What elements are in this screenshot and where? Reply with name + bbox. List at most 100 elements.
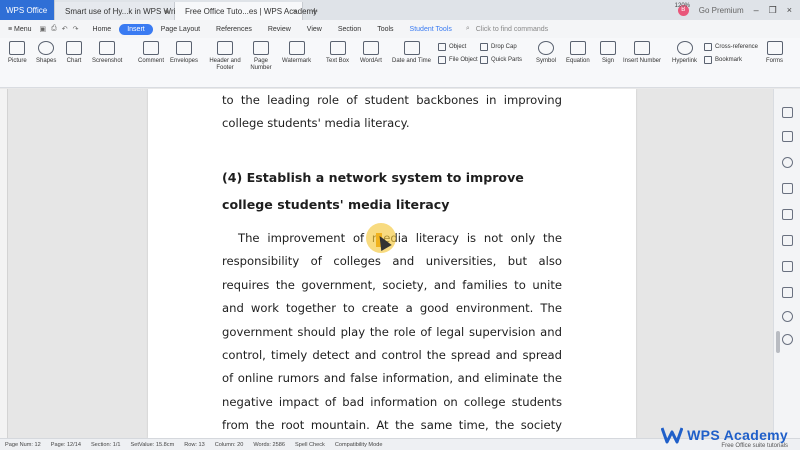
envelopes-button[interactable]: Envelopes bbox=[170, 41, 198, 65]
wordart-label: WordArt bbox=[360, 58, 382, 64]
brand-subtitle: Free Office suite tutorials bbox=[721, 443, 788, 449]
text-box-label: Text Box bbox=[326, 58, 350, 64]
header-footer-button[interactable]: Header and Footer bbox=[208, 41, 242, 72]
forms-button[interactable]: Forms bbox=[766, 41, 783, 65]
insert-ribbon: Picture Shapes Chart Screenshot Comment … bbox=[0, 38, 800, 88]
tab-references[interactable]: References bbox=[208, 26, 260, 33]
wps-academy-watermark: WPS Academy Free Office suite tutorials bbox=[661, 426, 788, 449]
crop-icon[interactable] bbox=[782, 287, 793, 298]
hyperlink-button[interactable]: Hyperlink bbox=[672, 41, 697, 65]
tab-view[interactable]: View bbox=[299, 26, 330, 33]
chart-icon bbox=[66, 41, 82, 55]
vertical-scrollbar[interactable] bbox=[776, 331, 780, 353]
status-words[interactable]: Words: 2586 bbox=[248, 442, 290, 448]
document-canvas[interactable]: to the leading role of student backbones… bbox=[0, 89, 773, 438]
compare-icon[interactable] bbox=[782, 183, 793, 194]
brand-title: WPS Academy bbox=[687, 427, 788, 443]
drop-cap-button[interactable]: Drop Cap bbox=[480, 43, 517, 51]
new-tab-button[interactable]: + bbox=[303, 2, 326, 20]
watermark-label: Watermark bbox=[282, 58, 312, 64]
date-time-label: Date and Time bbox=[392, 58, 432, 64]
chart-button[interactable]: Chart bbox=[66, 41, 82, 65]
bookmark-label: Bookmark bbox=[715, 57, 743, 63]
text-box-button[interactable]: Text Box bbox=[326, 41, 349, 65]
close-icon[interactable]: × bbox=[292, 7, 297, 16]
spell-check-button[interactable]: Spell Check bbox=[290, 442, 330, 448]
status-page-num: Page Num: 12 bbox=[5, 441, 41, 448]
comment-button[interactable]: Comment bbox=[138, 41, 164, 65]
object-button[interactable]: Object bbox=[438, 43, 466, 51]
symbol-button[interactable]: Symbol bbox=[536, 41, 556, 65]
style-icon[interactable] bbox=[782, 131, 793, 142]
close-icon[interactable]: × bbox=[787, 5, 792, 15]
tab-label: Free Office Tuto...es | WPS Academy bbox=[185, 6, 318, 16]
tab-label: WPS Office bbox=[6, 5, 48, 15]
undo-icon[interactable]: ↶ bbox=[62, 25, 68, 33]
quick-parts-button[interactable]: Quick Parts bbox=[480, 56, 522, 64]
screenshot-button[interactable]: Screenshot bbox=[92, 41, 122, 65]
tab-document-2[interactable]: Free Office Tuto...es | WPS Academy × bbox=[175, 2, 317, 20]
envelopes-label: Envelopes bbox=[170, 58, 199, 64]
main-menu-button[interactable]: ≡ Menu bbox=[0, 26, 40, 33]
wps-writer-window: WPS Office Smart use of Hy...k in WPS Wr… bbox=[0, 0, 800, 450]
zoom-control[interactable]: 120% bbox=[675, 0, 690, 12]
code-icon[interactable] bbox=[782, 235, 793, 246]
drop-cap-icon bbox=[480, 43, 488, 51]
go-premium-link[interactable]: Go Premium bbox=[699, 6, 744, 15]
insert-number-button[interactable]: Insert Number bbox=[623, 41, 661, 65]
restore-icon[interactable]: ❐ bbox=[769, 5, 777, 16]
print-icon[interactable]: ⎙ bbox=[51, 25, 57, 33]
status-page: Page: 12/14 bbox=[50, 441, 81, 448]
tab-status-dot-icon: ● bbox=[164, 6, 169, 16]
history-icon[interactable] bbox=[782, 311, 793, 322]
redo-icon[interactable]: ↷ bbox=[73, 25, 79, 33]
watermark-button[interactable]: Watermark bbox=[282, 41, 311, 65]
info-icon[interactable] bbox=[782, 334, 793, 345]
tab-section[interactable]: Section bbox=[330, 26, 369, 33]
tab-review[interactable]: Review bbox=[260, 26, 299, 33]
hyperlink-label: Hyperlink bbox=[672, 58, 698, 64]
file-object-button[interactable]: File Object bbox=[438, 56, 478, 64]
shapes-button[interactable]: Shapes bbox=[36, 41, 56, 65]
sign-button[interactable]: Sign bbox=[600, 41, 616, 65]
paragraph[interactable]: to the leading role of student backbones… bbox=[222, 89, 562, 135]
comment-icon bbox=[143, 41, 159, 55]
tab-insert[interactable]: Insert bbox=[119, 23, 153, 35]
chart-label: Chart bbox=[66, 58, 82, 64]
find-commands-input[interactable]: Click to find commands bbox=[476, 26, 548, 33]
bookmark-icon bbox=[704, 56, 712, 64]
tab-document-1[interactable]: Smart use of Hy...k in WPS Writer ● bbox=[55, 2, 185, 20]
paragraph-text: The improvement of media literacy is not… bbox=[222, 231, 562, 433]
object-icon bbox=[438, 43, 446, 51]
equation-label: Equation bbox=[566, 58, 590, 64]
document-page[interactable]: to the leading role of student backbones… bbox=[148, 89, 636, 438]
paragraph[interactable]: The improvement of media literacy is not… bbox=[222, 227, 562, 438]
tab-wps-office[interactable]: WPS Office bbox=[0, 0, 55, 20]
text-box-icon bbox=[329, 41, 346, 55]
tab-student-tools[interactable]: Student Tools bbox=[402, 26, 460, 33]
quick-parts-icon bbox=[480, 56, 488, 64]
equation-button[interactable]: Equation bbox=[566, 41, 590, 65]
tab-tools[interactable]: Tools bbox=[369, 26, 401, 33]
date-time-button[interactable]: Date and Time bbox=[392, 41, 431, 65]
minimize-icon[interactable]: – bbox=[754, 5, 759, 15]
share-icon[interactable] bbox=[782, 209, 793, 220]
navigation-icon[interactable] bbox=[782, 157, 793, 168]
page-number-button[interactable]: Page Number bbox=[248, 41, 274, 72]
cross-reference-button[interactable]: Cross-reference bbox=[704, 43, 758, 51]
sign-icon bbox=[600, 41, 616, 55]
header-footer-icon bbox=[217, 41, 233, 55]
tab-page-layout[interactable]: Page Layout bbox=[153, 26, 208, 33]
link-icon bbox=[676, 41, 693, 55]
section-heading[interactable]: (4) Establish a network system to improv… bbox=[222, 164, 562, 218]
save-icon[interactable]: ▣ bbox=[40, 25, 47, 33]
pointer-icon[interactable] bbox=[782, 107, 793, 118]
wordart-button[interactable]: WordArt bbox=[360, 41, 382, 65]
bookmark-button[interactable]: Bookmark bbox=[704, 56, 742, 64]
picture-button[interactable]: Picture bbox=[8, 41, 27, 65]
screenshot-icon bbox=[99, 41, 116, 55]
tab-home[interactable]: Home bbox=[85, 26, 120, 33]
image-icon[interactable] bbox=[782, 261, 793, 272]
cross-reference-label: Cross-reference bbox=[715, 44, 759, 50]
status-row: Row: 13 bbox=[184, 441, 205, 448]
